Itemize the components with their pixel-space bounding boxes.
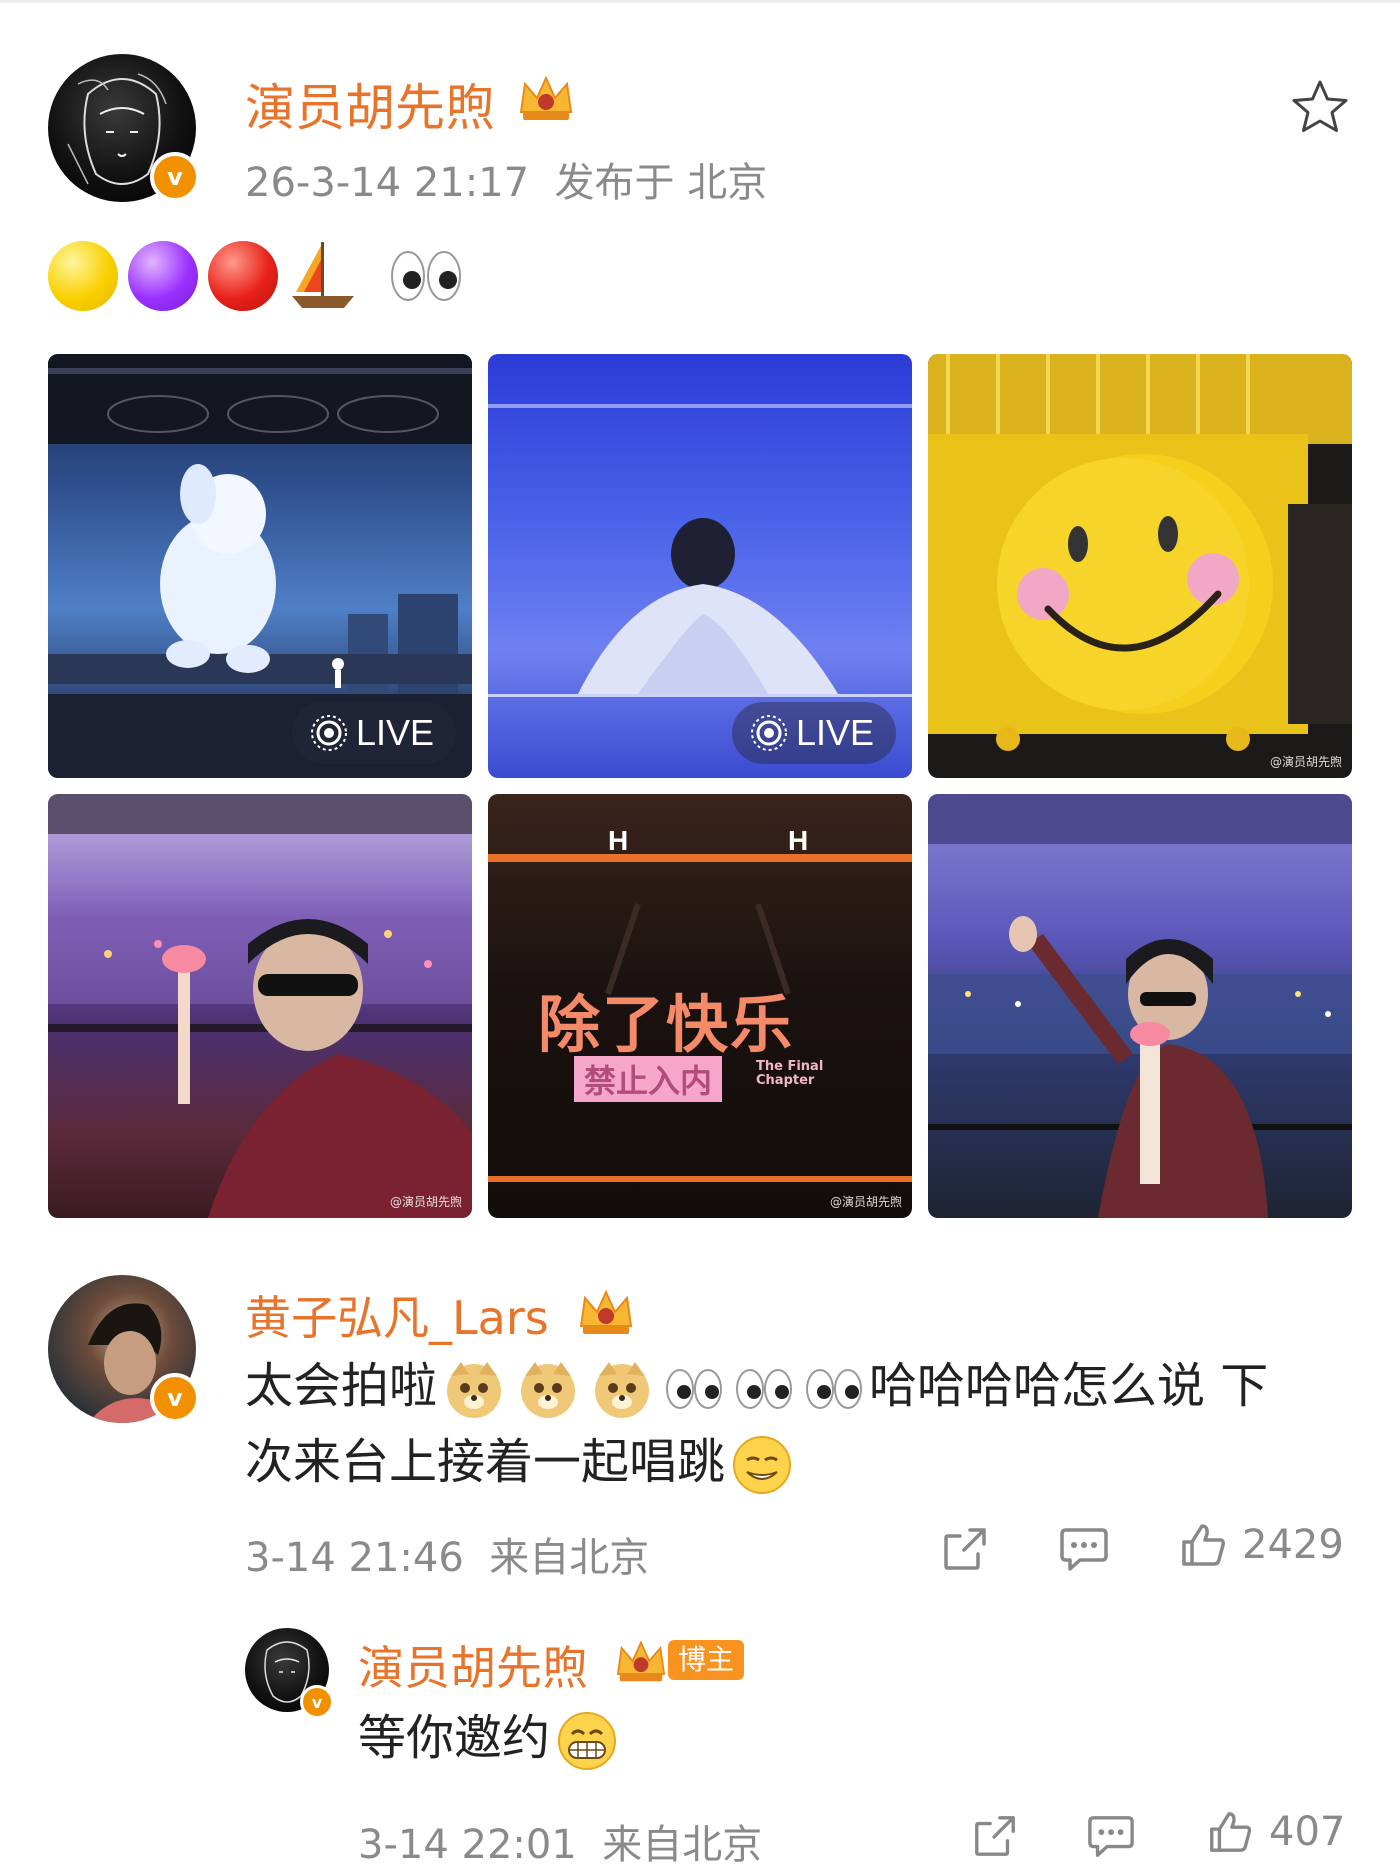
author-name[interactable]: 演员胡先煦 <box>245 68 495 140</box>
photo-1[interactable]: LIVE <box>48 354 472 778</box>
reply-text: 等你邀约 <box>358 1710 551 1766</box>
svg-text:H: H <box>608 825 628 856</box>
stadium-wave-image <box>928 794 1352 1218</box>
doge-icon <box>447 1362 502 1418</box>
share-icon[interactable] <box>940 1524 990 1574</box>
comment-icon[interactable] <box>1058 1524 1110 1574</box>
crown-badge-icon <box>519 75 573 120</box>
crown-badge-icon <box>579 1289 633 1334</box>
like-action[interactable]: 2429 <box>1178 1520 1344 1570</box>
photo-watermark: @演员胡先煦 <box>1269 755 1342 769</box>
reply-author-name[interactable]: 演员胡先煦 <box>358 1632 588 1698</box>
photo-watermark: @演员胡先煦 <box>829 1195 902 1209</box>
grin-face-icon <box>558 1712 617 1770</box>
red-circle-icon <box>208 241 278 311</box>
eyes-icon <box>736 1369 793 1409</box>
star-outline-icon[interactable] <box>1290 78 1350 136</box>
crown-badge-icon <box>616 1640 666 1682</box>
comment-location: 来自北京 <box>489 1535 650 1581</box>
commenter-name[interactable]: 黄子弘凡_Lars <box>245 1282 549 1348</box>
verified-badge: v <box>150 152 200 202</box>
like-count: 407 <box>1269 1809 1346 1855</box>
eyes-icon <box>666 1369 723 1409</box>
live-label: LIVE <box>355 712 434 753</box>
live-badge: LIVE <box>291 702 456 764</box>
photo-6[interactable] <box>928 794 1352 1218</box>
eyes-icon <box>806 1369 863 1409</box>
sign-small-text: The Final Chapter <box>756 1059 824 1088</box>
smirk-face-icon <box>733 1436 792 1494</box>
comment-meta: 3-14 21:46 来自北京 <box>245 1525 649 1583</box>
thumbs-up-icon <box>1182 1524 1225 1566</box>
svg-text:H: H <box>788 825 808 856</box>
reply-location: 来自北京 <box>602 1822 763 1868</box>
post-timestamp: 26-3-14 21:17 <box>245 160 530 206</box>
live-label: LIVE <box>795 712 874 753</box>
comment-text-line2: 次来台上接着一起唱跳 <box>245 1434 726 1490</box>
doge-icon <box>595 1362 650 1418</box>
comment-text-mid: 哈哈哈哈怎么说 下 <box>869 1358 1269 1414</box>
verified-badge: v <box>300 1685 334 1719</box>
thumbs-up-icon <box>1210 1812 1252 1852</box>
reply-body: 等你邀约 <box>358 1700 624 1776</box>
like-count: 2429 <box>1242 1522 1344 1568</box>
comment-text-start: 太会拍啦 <box>245 1358 438 1414</box>
sign-pink-text: 禁止入内 <box>574 1056 723 1102</box>
stadium-selfie-image <box>48 794 472 1218</box>
photo-2[interactable]: LIVE <box>488 354 912 778</box>
post-text <box>48 238 466 314</box>
yellow-circle-icon <box>48 241 118 311</box>
verified-badge: v <box>150 1373 200 1423</box>
sign-main-text: 除了快乐 <box>538 988 795 1061</box>
doge-icon <box>521 1362 576 1418</box>
live-icon <box>310 715 347 751</box>
comment-time: 3-14 21:46 <box>245 1535 464 1581</box>
photo-5[interactable]: H H 除了快乐 禁止入内 The Final Chapter @演员胡先煦 <box>488 794 912 1218</box>
blogger-badge: 博主 <box>668 1640 745 1680</box>
photo-grid: LIVE LIVE @演员胡先煦 @演员胡先煦 H H 除了快乐 禁止入内 Th… <box>48 354 1352 1218</box>
post-location: 发布于 北京 <box>554 160 768 206</box>
live-icon <box>750 715 787 751</box>
reply-time: 3-14 22:01 <box>358 1822 577 1868</box>
live-badge: LIVE <box>731 702 896 764</box>
purple-circle-icon <box>128 241 198 311</box>
share-icon[interactable] <box>970 1812 1020 1860</box>
smiley-float-image <box>928 354 1352 751</box>
eyes-icon <box>391 251 461 301</box>
comment-body: 太会拍啦 哈哈哈哈怎么说 下 次来台上接着一起唱跳 <box>245 1348 1355 1500</box>
comment-icon[interactable] <box>1085 1812 1137 1860</box>
reply-meta: 3-14 22:01 来自北京 <box>358 1812 762 1870</box>
post-meta: 26-3-14 21:17 发布于 北京 <box>245 150 767 208</box>
top-divider <box>0 0 1400 3</box>
photo-watermark: @演员胡先煦 <box>389 1195 462 1209</box>
photo-4[interactable]: @演员胡先煦 <box>48 794 472 1218</box>
photo-3[interactable]: @演员胡先煦 <box>928 354 1352 778</box>
sailboat-icon <box>292 242 354 308</box>
like-action[interactable]: 407 <box>1205 1808 1345 1856</box>
